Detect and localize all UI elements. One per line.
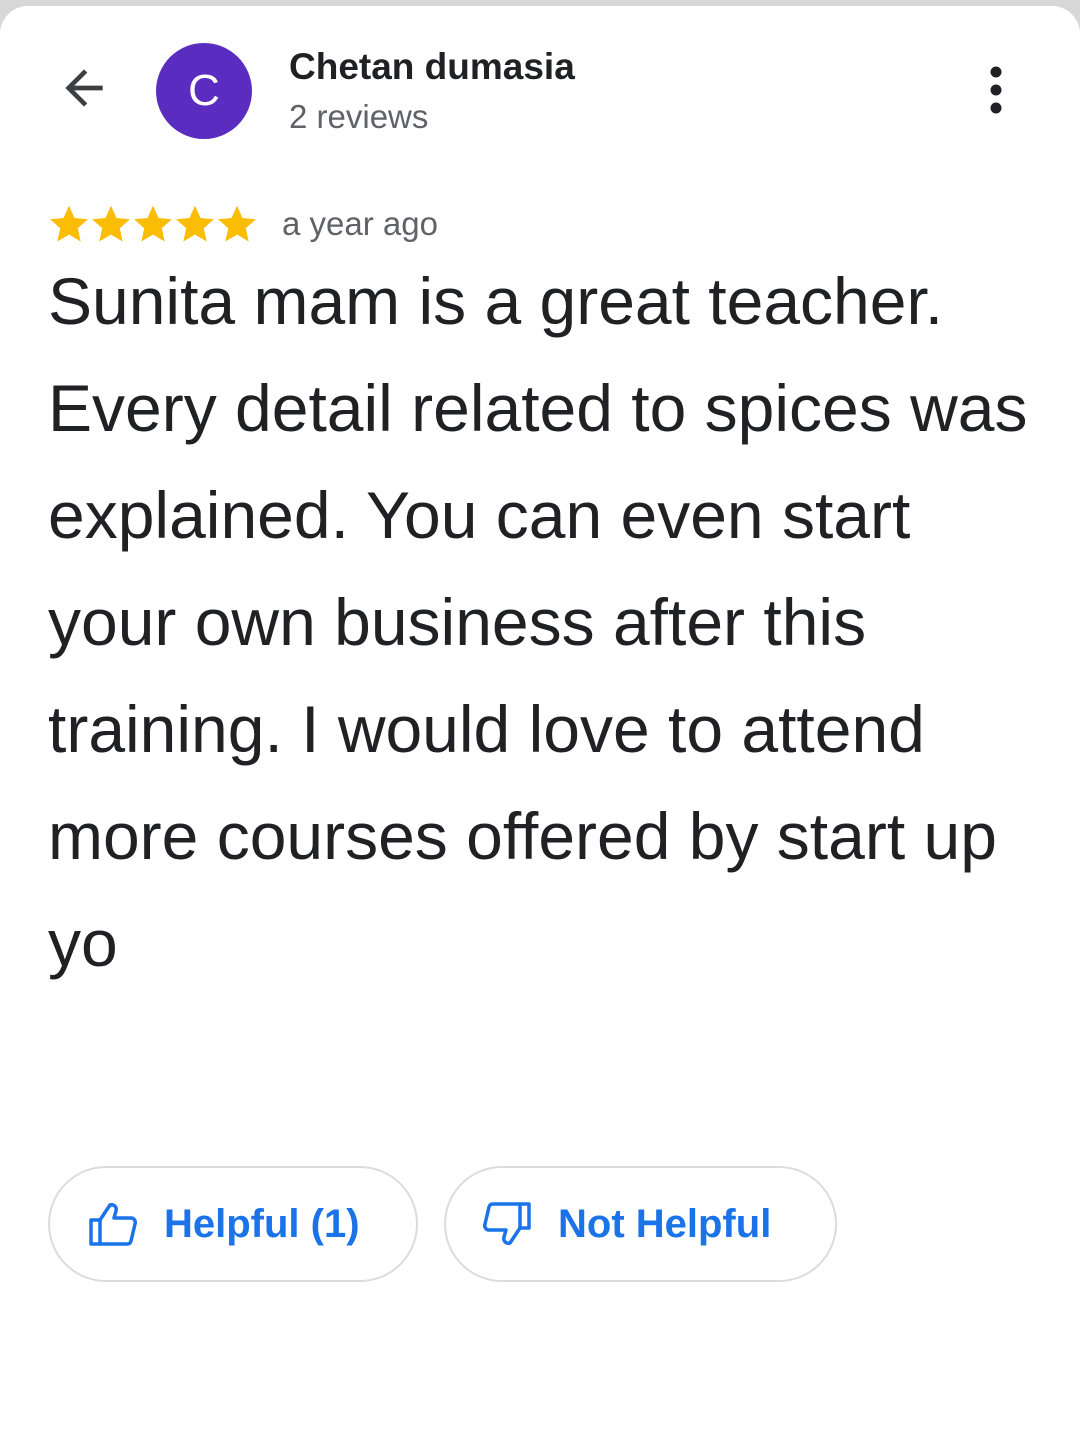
reviewer-header: C Chetan dumasia 2 reviews [0, 30, 1080, 160]
star-icon [92, 205, 130, 242]
review-detail-screen: C Chetan dumasia 2 reviews a year ago Su… [0, 0, 1080, 1448]
star-icon [50, 205, 88, 242]
helpful-label: Helpful (1) [164, 1201, 360, 1246]
reviewer-name[interactable]: Chetan dumasia [289, 46, 575, 88]
review-count: 2 reviews [289, 98, 429, 135]
not-helpful-label: Not Helpful [558, 1201, 772, 1246]
avatar[interactable]: C [156, 43, 252, 139]
helpful-button[interactable]: Helpful (1) [48, 1166, 418, 1282]
more-vertical-icon [986, 65, 1006, 120]
review-time: a year ago [282, 205, 438, 242]
thumbs-down-icon [482, 1201, 532, 1247]
more-options-button[interactable] [968, 56, 1024, 128]
star-rating [48, 203, 258, 245]
avatar-letter: C [188, 66, 220, 115]
star-icon [218, 205, 256, 242]
arrow-back-icon [56, 60, 112, 121]
star-icon [134, 205, 172, 242]
rating-row: a year ago [48, 200, 438, 248]
star-icon [176, 205, 214, 242]
not-helpful-button[interactable]: Not Helpful [444, 1166, 837, 1282]
thumbs-up-icon [88, 1201, 138, 1247]
back-button[interactable] [48, 58, 120, 122]
review-text: Sunita mam is a great teacher. Every det… [48, 264, 1028, 980]
